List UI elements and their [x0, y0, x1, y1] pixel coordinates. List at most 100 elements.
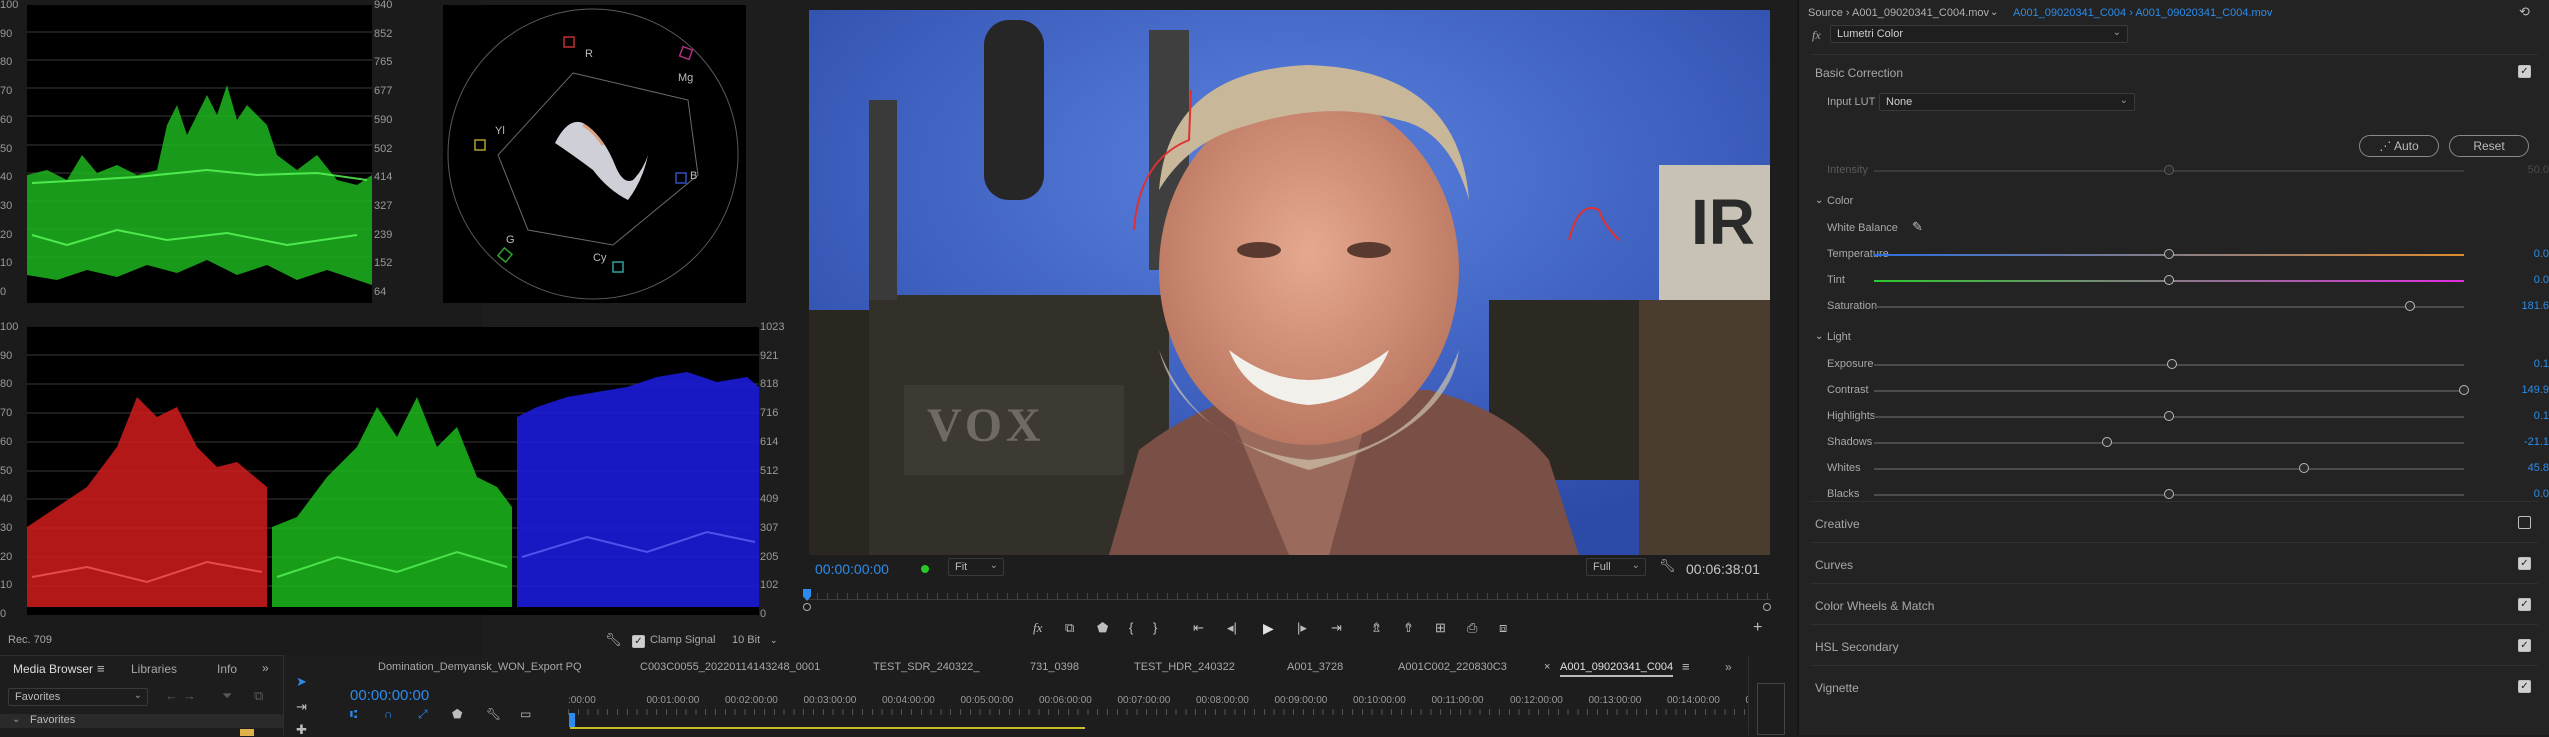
saturation-slider[interactable]	[1874, 306, 2464, 308]
sequence-tab[interactable]: A001C002_220830C3	[1398, 661, 1507, 673]
forward-arrow-icon[interactable]: →	[183, 689, 196, 703]
source-label[interactable]: Source › A001_09020341_C004.mov	[1808, 7, 1989, 19]
out-point-handle[interactable]	[1763, 603, 1771, 611]
sequence-tab[interactable]: Domination_Demyansk_WON_Export PQ	[378, 661, 582, 673]
shadows-slider-knob[interactable]	[2102, 437, 2113, 447]
saturation-value[interactable]: 181.6	[2489, 300, 2549, 312]
linked-selection-icon[interactable]: ∩	[384, 707, 393, 721]
tree-item-favorites[interactable]: Favorites	[30, 714, 75, 726]
blacks-slider-knob[interactable]	[2164, 489, 2174, 499]
mark-out-icon[interactable]: }	[1153, 621, 1157, 635]
section-enable-checkbox[interactable]	[2518, 516, 2531, 529]
reset-button[interactable]: Reset	[2449, 135, 2529, 157]
whites-slider[interactable]	[1874, 468, 2464, 470]
section-enable-checkbox[interactable]: ✓	[2518, 680, 2531, 693]
fit-select[interactable]: Fit ⌄	[948, 558, 1004, 576]
step-back-icon[interactable]: ◂|	[1227, 621, 1237, 635]
tab-libraries[interactable]: Libraries	[131, 662, 177, 676]
temperature-value[interactable]: 0.0	[2489, 248, 2549, 260]
close-tab-icon[interactable]: ×	[1544, 660, 1550, 674]
filter-icon[interactable]: ⏷	[222, 689, 232, 703]
exposure-slider-knob[interactable]	[2166, 359, 2177, 369]
snap-icon[interactable]: ⑆	[350, 707, 357, 721]
section-color[interactable]: Color	[1827, 195, 1853, 207]
timeline-timecode[interactable]: 00:00:00:00	[350, 687, 429, 704]
exposure-value[interactable]: 0.1	[2489, 358, 2549, 370]
timeline-playhead[interactable]	[569, 713, 575, 727]
contrast-slider[interactable]	[1874, 390, 2464, 392]
camera-icon[interactable]: ⎙	[1467, 621, 1477, 635]
wrench-icon[interactable]: 🔧︎	[605, 633, 622, 647]
section-hsl-secondary[interactable]: HSL Secondary	[1815, 640, 1899, 654]
section-creative[interactable]: Creative	[1815, 517, 1860, 531]
chevron-down-icon[interactable]: ⌄	[1815, 330, 1823, 344]
export-frame-icon[interactable]: ⧉	[1065, 621, 1074, 635]
extract-icon[interactable]: ⇮	[1403, 621, 1414, 635]
captions-icon[interactable]: ▭	[520, 707, 531, 721]
add-edit-icon[interactable]: ⤢	[418, 707, 428, 721]
chevron-down-icon[interactable]: ⌄	[1990, 6, 1998, 20]
settings-wrench-icon[interactable]: 🔧︎	[1659, 559, 1676, 573]
program-timecode[interactable]: 00:00:00:00	[815, 561, 889, 577]
sequence-tab[interactable]: 731_0398	[1030, 661, 1079, 673]
play-icon[interactable]: ▶	[1263, 621, 1274, 635]
add-button-icon[interactable]: +	[1753, 620, 1762, 636]
eyedropper-icon[interactable]: ✎	[1912, 220, 1923, 234]
section-color-wheels-match[interactable]: Color Wheels & Match	[1815, 599, 1934, 613]
tint-value[interactable]: 0.0	[2489, 274, 2549, 286]
track-select-icon[interactable]: ⇥	[296, 700, 307, 714]
clip-label[interactable]: A001_09020341_C004 › A001_09020341_C004.…	[2013, 7, 2272, 19]
section-light[interactable]: Light	[1827, 331, 1851, 343]
section-curves[interactable]: Curves	[1815, 558, 1853, 572]
mark-in-icon[interactable]: {	[1129, 621, 1133, 635]
whites-slider-knob[interactable]	[2299, 463, 2310, 473]
tab-info[interactable]: Info	[217, 662, 237, 676]
back-arrow-icon[interactable]: ←	[165, 689, 178, 703]
sequence-tab[interactable]: A001_3728	[1287, 661, 1343, 673]
highlights-value[interactable]: 0.1	[2489, 410, 2549, 422]
section-enable-checkbox[interactable]: ✓	[2518, 598, 2531, 611]
saturation-slider-knob[interactable]	[2404, 301, 2415, 311]
in-point-handle[interactable]	[803, 603, 811, 611]
tint-slider-knob[interactable]	[2164, 275, 2174, 285]
sequence-tab-active[interactable]: A001_09020341_C004	[1560, 661, 1674, 677]
add-marker-icon[interactable]: ⬟	[1097, 621, 1108, 635]
sequence-tab[interactable]: TEST_SDR_240322_	[873, 661, 979, 673]
contrast-value[interactable]: 149.9	[2489, 384, 2549, 396]
tab-media-browser[interactable]: Media Browser	[13, 662, 93, 676]
time-ruler[interactable]: :00:00 00:01:00:00 00:02:00:00 00:03:00:00 0…	[568, 695, 1751, 725]
view-toggle-icon[interactable]: ⧉	[254, 689, 263, 703]
sequence-tab[interactable]: TEST_HDR_240322	[1134, 661, 1235, 673]
reset-effect-icon[interactable]: ⟲	[2519, 5, 2530, 19]
section-vignette[interactable]: Vignette	[1815, 681, 1859, 695]
sequence-tab[interactable]: C003C0055_20220114143248_0001	[640, 661, 820, 673]
shadows-slider[interactable]	[1874, 442, 2464, 444]
chevron-down-icon[interactable]: ⌄	[1815, 194, 1823, 208]
compare-view-icon[interactable]: ⧈	[1499, 621, 1507, 635]
temperature-slider-knob[interactable]	[2164, 249, 2174, 259]
auto-button[interactable]: ⋰ Auto	[2359, 135, 2439, 157]
lift-icon[interactable]: ⇯	[1371, 621, 1382, 635]
contrast-slider-knob[interactable]	[2459, 385, 2469, 395]
section-basic-correction[interactable]: Basic Correction	[1815, 66, 1903, 80]
panel-menu-icon[interactable]: ≡	[1682, 660, 1690, 674]
location-select[interactable]: Favorites ⌄	[8, 688, 148, 706]
whites-value[interactable]: 45.8	[2489, 462, 2549, 474]
highlights-slider-knob[interactable]	[2164, 411, 2174, 421]
step-forward-icon[interactable]: |▸	[1297, 621, 1307, 635]
section-enable-checkbox[interactable]: ✓	[2518, 557, 2531, 570]
bit-depth-select[interactable]: 10 Bit	[732, 634, 760, 646]
basic-correction-checkbox[interactable]: ✓	[2518, 65, 2531, 78]
more-panels-button[interactable]: »	[262, 661, 269, 675]
video-frame[interactable]: VOX IR	[809, 10, 1770, 555]
section-enable-checkbox[interactable]: ✓	[2518, 639, 2531, 652]
fx-label[interactable]: fx	[1033, 621, 1042, 635]
insert-icon[interactable]: ⊞	[1435, 621, 1446, 635]
wrench-icon[interactable]: 🔧︎	[486, 707, 501, 721]
effect-select[interactable]: Lumetri Color ⌄	[1830, 25, 2128, 43]
work-area-bar[interactable]	[570, 727, 1085, 729]
panel-menu-icon[interactable]: ≡	[97, 662, 105, 676]
input-lut-select[interactable]: None ⌄	[1879, 93, 2135, 111]
chevron-down-icon[interactable]: ⌄	[12, 714, 20, 725]
selection-tool-icon[interactable]: ➤	[296, 675, 307, 689]
